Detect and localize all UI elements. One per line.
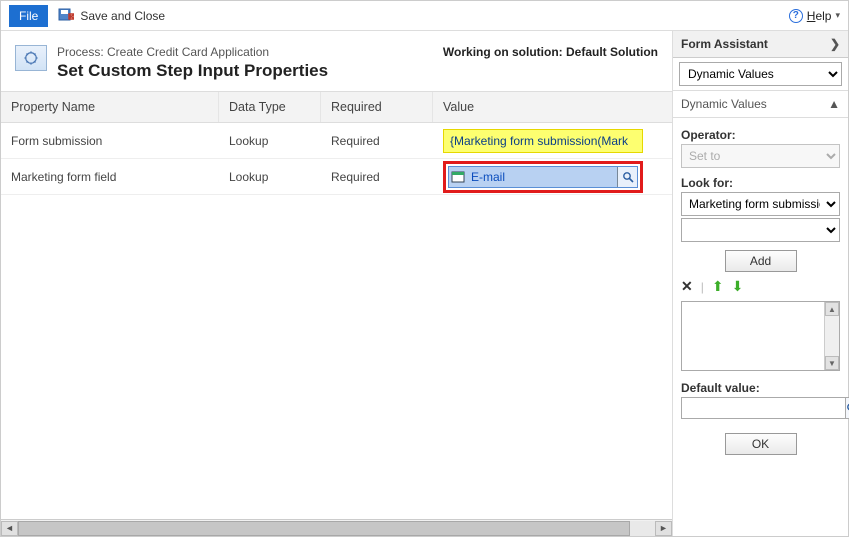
- dynamic-value-token[interactable]: {Marketing form submission(Mark: [443, 129, 643, 153]
- selected-values-listbox[interactable]: ▲ ▼: [681, 301, 840, 371]
- remove-icon[interactable]: ✕: [681, 278, 693, 295]
- file-menu-button[interactable]: File: [9, 5, 48, 27]
- assistant-mode-select[interactable]: Dynamic Values: [679, 62, 842, 86]
- collapse-up-icon[interactable]: ▲: [828, 97, 840, 111]
- cell-data-type: Lookup: [219, 170, 321, 184]
- cell-property-name: Marketing form field: [1, 170, 219, 184]
- help-label: Help: [807, 9, 832, 23]
- scroll-up-button[interactable]: ▲: [825, 302, 839, 316]
- horizontal-scrollbar[interactable]: ◄ ►: [1, 519, 672, 536]
- lookfor-entity-select[interactable]: Marketing form submission: [681, 192, 840, 216]
- form-assistant-panel: Form Assistant ❯ Dynamic Values Dynamic …: [673, 31, 848, 536]
- table-row[interactable]: Form submission Lookup Required {Marketi…: [1, 123, 672, 159]
- form-assistant-header[interactable]: Form Assistant ❯: [673, 31, 848, 58]
- grid-body: Form submission Lookup Required {Marketi…: [1, 123, 672, 519]
- cell-required: Required: [321, 134, 433, 148]
- col-header-property-name[interactable]: Property Name: [1, 92, 219, 122]
- chevron-right-icon[interactable]: ❯: [830, 37, 840, 51]
- scroll-thumb[interactable]: [18, 521, 630, 536]
- cell-required: Required: [321, 170, 433, 184]
- table-row[interactable]: Marketing form field Lookup Required E-m…: [1, 159, 672, 195]
- save-and-close-button[interactable]: Save and Close: [58, 8, 165, 24]
- move-down-icon[interactable]: ⬇: [732, 278, 744, 295]
- cell-property-name: Form submission: [1, 134, 219, 148]
- vertical-scrollbar[interactable]: ▲ ▼: [824, 302, 839, 370]
- scroll-left-button[interactable]: ◄: [1, 521, 18, 536]
- scroll-down-button[interactable]: ▼: [825, 356, 839, 370]
- form-assistant-title: Form Assistant: [681, 37, 768, 51]
- section-label: Dynamic Values: [681, 97, 767, 111]
- grid-header: Property Name Data Type Required Value: [1, 91, 672, 123]
- highlight-box: E-mail: [443, 161, 643, 193]
- page-title: Set Custom Step Input Properties: [57, 61, 328, 81]
- lookup-field[interactable]: E-mail: [448, 166, 638, 188]
- move-up-icon[interactable]: ⬆: [712, 278, 724, 295]
- lookfor-attribute-select[interactable]: [681, 218, 840, 242]
- col-header-value[interactable]: Value: [433, 92, 672, 122]
- operator-select: Set to: [681, 144, 840, 168]
- default-value-input[interactable]: [681, 397, 846, 419]
- save-and-close-label: Save and Close: [80, 9, 165, 23]
- help-icon: ?: [789, 9, 803, 23]
- top-toolbar: File Save and Close ? Help ▾: [1, 1, 848, 31]
- cell-data-type: Lookup: [219, 134, 321, 148]
- scroll-right-button[interactable]: ►: [655, 521, 672, 536]
- cell-value[interactable]: {Marketing form submission(Mark: [433, 129, 672, 153]
- help-menu[interactable]: ? Help ▾: [789, 9, 840, 23]
- default-value-label: Default value:: [681, 381, 840, 395]
- lookup-search-button[interactable]: [617, 167, 637, 187]
- separator: |: [701, 280, 704, 294]
- solution-indicator: Working on solution: Default Solution: [443, 45, 658, 59]
- lookfor-label: Look for:: [681, 176, 840, 190]
- add-button[interactable]: Add: [725, 250, 797, 272]
- entity-icon: [449, 171, 467, 183]
- scroll-track[interactable]: [18, 521, 655, 536]
- save-close-icon: [58, 8, 74, 24]
- process-breadcrumb: Process: Create Credit Card Application: [57, 45, 328, 59]
- scroll-track[interactable]: [825, 316, 839, 356]
- col-header-data-type[interactable]: Data Type: [219, 92, 321, 122]
- lookup-value-text: E-mail: [467, 170, 617, 184]
- ok-button[interactable]: OK: [725, 433, 797, 455]
- dynamic-values-section-header[interactable]: Dynamic Values ▲: [673, 91, 848, 118]
- process-step-icon: [15, 45, 47, 71]
- col-header-required[interactable]: Required: [321, 92, 433, 122]
- operator-label: Operator:: [681, 128, 840, 142]
- cell-value[interactable]: E-mail: [433, 161, 672, 193]
- chevron-down-icon: ▾: [835, 10, 840, 21]
